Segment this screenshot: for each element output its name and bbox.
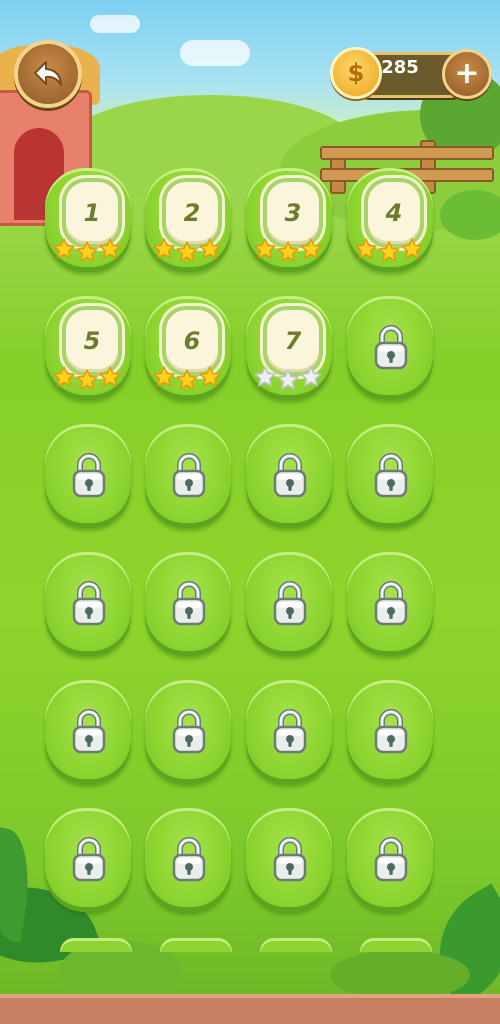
locked-level-tile[interactable] bbox=[145, 680, 231, 784]
locked-level-tile[interactable] bbox=[246, 680, 332, 784]
star-filled-icon bbox=[277, 241, 299, 262]
coin-icon: $ bbox=[330, 47, 382, 99]
fence-rail bbox=[320, 146, 494, 160]
locked-level-tile[interactable] bbox=[45, 680, 131, 784]
star-filled-icon bbox=[300, 238, 322, 259]
level-tile[interactable]: 6 bbox=[145, 296, 231, 400]
star-filled-icon bbox=[76, 241, 98, 262]
locked-level-tile[interactable] bbox=[347, 296, 433, 400]
foreground-bush bbox=[330, 950, 470, 1000]
add-coins-button[interactable]: + bbox=[442, 49, 492, 99]
locked-level-tile[interactable] bbox=[347, 424, 433, 528]
padlock-icon bbox=[374, 325, 408, 370]
star-filled-icon bbox=[76, 369, 98, 390]
background-bush bbox=[440, 190, 500, 240]
padlock-icon bbox=[72, 837, 106, 882]
padlock-icon bbox=[374, 837, 408, 882]
padlock-icon bbox=[72, 709, 106, 754]
padlock-icon bbox=[172, 837, 206, 882]
wooden-floor bbox=[0, 994, 500, 1024]
partial-level-tile bbox=[60, 938, 132, 952]
star-rating bbox=[153, 366, 223, 390]
cloud bbox=[180, 40, 250, 66]
star-empty-icon bbox=[254, 366, 276, 387]
coin-counter: 285 $ + bbox=[330, 47, 492, 99]
padlock-icon bbox=[273, 837, 307, 882]
level-number: 4 bbox=[385, 199, 403, 227]
locked-level-tile[interactable] bbox=[347, 552, 433, 656]
padlock-icon bbox=[72, 581, 106, 626]
locked-level-tile[interactable] bbox=[246, 808, 332, 912]
star-filled-icon bbox=[378, 241, 400, 262]
padlock-icon bbox=[374, 709, 408, 754]
padlock-icon bbox=[273, 581, 307, 626]
padlock-icon bbox=[273, 453, 307, 498]
star-filled-icon bbox=[153, 366, 175, 387]
level-select-screen: 285 $ + 1 2 3 4 5 6 7 bbox=[0, 0, 500, 1024]
level-tile[interactable]: 7 bbox=[246, 296, 332, 400]
padlock-icon bbox=[172, 709, 206, 754]
locked-level-tile[interactable] bbox=[45, 552, 131, 656]
level-tile[interactable]: 4 bbox=[347, 168, 433, 272]
level-number: 2 bbox=[183, 199, 201, 227]
star-empty-icon bbox=[277, 369, 299, 390]
star-rating bbox=[254, 238, 324, 262]
padlock-icon bbox=[374, 453, 408, 498]
padlock-icon bbox=[172, 581, 206, 626]
back-arrow-icon bbox=[34, 61, 62, 86]
locked-level-tile[interactable] bbox=[45, 424, 131, 528]
star-filled-icon bbox=[254, 238, 276, 259]
padlock-icon bbox=[374, 581, 408, 626]
level-number: 5 bbox=[83, 327, 101, 355]
star-rating bbox=[254, 366, 324, 390]
partial-level-tile bbox=[360, 938, 432, 952]
level-number: 3 bbox=[284, 199, 302, 227]
level-number: 1 bbox=[83, 199, 101, 227]
star-filled-icon bbox=[53, 366, 75, 387]
level-tile[interactable]: 1 bbox=[45, 168, 131, 272]
star-filled-icon bbox=[199, 366, 221, 387]
locked-level-tile[interactable] bbox=[145, 552, 231, 656]
locked-level-tile[interactable] bbox=[145, 424, 231, 528]
star-filled-icon bbox=[355, 238, 377, 259]
locked-level-tile[interactable] bbox=[45, 808, 131, 912]
star-filled-icon bbox=[53, 238, 75, 259]
star-rating bbox=[53, 366, 123, 390]
star-filled-icon bbox=[401, 238, 423, 259]
cloud bbox=[90, 15, 140, 33]
star-filled-icon bbox=[99, 366, 121, 387]
partial-level-tile bbox=[260, 938, 332, 952]
padlock-icon bbox=[72, 453, 106, 498]
locked-level-tile[interactable] bbox=[145, 808, 231, 912]
star-rating bbox=[53, 238, 123, 262]
star-filled-icon bbox=[176, 241, 198, 262]
star-filled-icon bbox=[99, 238, 121, 259]
star-rating bbox=[355, 238, 425, 262]
level-tile[interactable]: 3 bbox=[246, 168, 332, 272]
level-tile[interactable]: 5 bbox=[45, 296, 131, 400]
locked-level-tile[interactable] bbox=[246, 552, 332, 656]
locked-level-tile[interactable] bbox=[347, 680, 433, 784]
back-button[interactable] bbox=[14, 40, 82, 108]
padlock-icon bbox=[172, 453, 206, 498]
star-filled-icon bbox=[153, 238, 175, 259]
star-filled-icon bbox=[199, 238, 221, 259]
locked-level-tile[interactable] bbox=[246, 424, 332, 528]
star-filled-icon bbox=[176, 369, 198, 390]
star-empty-icon bbox=[300, 366, 322, 387]
level-number: 6 bbox=[183, 327, 201, 355]
level-tile[interactable]: 2 bbox=[145, 168, 231, 272]
locked-level-tile[interactable] bbox=[347, 808, 433, 912]
partial-level-tile bbox=[160, 938, 232, 952]
padlock-icon bbox=[273, 709, 307, 754]
level-number: 7 bbox=[284, 327, 302, 355]
star-rating bbox=[153, 238, 223, 262]
